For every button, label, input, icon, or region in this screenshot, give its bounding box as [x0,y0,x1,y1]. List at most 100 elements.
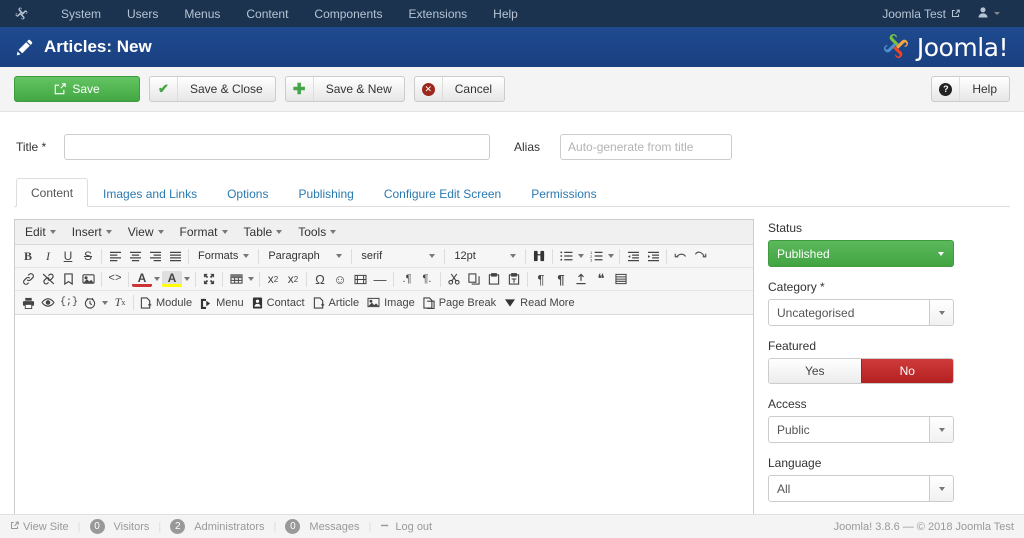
horizontal-rule-icon[interactable]: — [370,270,390,289]
alias-input[interactable] [560,134,733,160]
rtl-icon[interactable]: ¶. [417,270,437,289]
insert-pagebreak-button[interactable]: Page Break [420,293,501,312]
bold-icon[interactable]: B [18,247,38,266]
link-icon[interactable] [18,270,38,289]
insert-readmore-button[interactable]: Read More [501,293,579,312]
align-right-icon[interactable] [145,247,165,266]
special-character-icon[interactable]: Ω [310,270,330,289]
top-menu-item-users[interactable]: Users [114,1,171,27]
messages-link[interactable]: 0 Messages [285,519,360,534]
editor-content-area[interactable] [15,315,753,521]
top-menu-item-content[interactable]: Content [233,1,301,27]
ltr-icon[interactable]: .¶ [397,270,417,289]
view-site-link[interactable]: View Site [10,521,69,533]
editor-menu-table[interactable]: Table [236,222,291,242]
access-select[interactable]: Public [768,416,954,443]
table-dropdown[interactable] [246,270,256,289]
undo-icon[interactable] [670,247,690,266]
tab-images-and-links[interactable]: Images and Links [88,179,212,207]
help-button[interactable]: ? Help [931,76,1010,102]
user-menu-button[interactable] [970,2,1012,26]
search-replace-icon[interactable] [529,247,549,266]
emoticon-icon[interactable]: ☺ [330,270,350,289]
insert-module-button[interactable]: Module [137,293,197,312]
template-icon[interactable] [611,270,631,289]
superscript-icon[interactable]: x2 [283,270,303,289]
top-menu-item-help[interactable]: Help [480,1,531,27]
tab-publishing[interactable]: Publishing [283,179,368,207]
background-color-dropdown[interactable] [182,270,192,289]
align-justify-icon[interactable] [165,247,185,266]
featured-yes-button[interactable]: Yes [769,359,861,383]
blockformat-dropdown[interactable]: Paragraph [262,247,348,266]
logout-link[interactable]: Log out [380,521,432,533]
featured-no-button[interactable]: No [860,359,953,383]
status-select[interactable]: Published [768,240,954,267]
bullet-list-icon[interactable] [556,247,576,266]
joomla-mark-icon[interactable] [12,5,30,23]
language-select[interactable]: All [768,475,954,502]
insert-article-button[interactable]: Article [310,293,365,312]
unlink-icon[interactable] [38,270,58,289]
insert-menu-button[interactable]: Menu [197,293,249,312]
editor-menu-format[interactable]: Format [172,222,236,242]
paste-as-text-icon[interactable] [504,270,524,289]
text-color-dropdown[interactable] [152,270,162,289]
numbered-list-icon[interactable]: 123 [586,247,606,266]
site-name-link[interactable]: Joomla Test [872,2,970,26]
top-menu-item-menus[interactable]: Menus [171,1,233,27]
numbered-list-dropdown[interactable] [606,247,616,266]
paste-icon[interactable] [484,270,504,289]
tab-configure-edit-screen[interactable]: Configure Edit Screen [369,179,516,207]
editor-menu-tools[interactable]: Tools [290,222,344,242]
insert-file-icon[interactable] [571,270,591,289]
category-select[interactable]: Uncategorised [768,299,954,326]
top-menu-item-system[interactable]: System [48,1,114,27]
code-sample-icon[interactable]: {;} [58,293,80,312]
insert-image-icon[interactable] [78,270,98,289]
insert-image-button[interactable]: Image [364,293,420,312]
table-icon[interactable] [226,270,246,289]
visitors-link[interactable]: 0 Visitors [89,519,149,534]
top-menu-item-components[interactable]: Components [301,1,395,27]
remove-format-icon[interactable]: Tx [110,293,130,312]
editor-menu-insert[interactable]: Insert [64,222,120,242]
align-left-icon[interactable] [105,247,125,266]
outdent-icon[interactable] [623,247,643,266]
cancel-button[interactable]: ✕ Cancel [413,76,506,102]
redo-icon[interactable] [690,247,710,266]
formats-dropdown[interactable]: Formats [192,247,255,266]
insert-datetime-dropdown[interactable] [100,293,110,312]
background-color-icon[interactable]: A [162,271,182,287]
show-blocks-icon[interactable]: ¶ [531,270,551,289]
visual-chars-icon[interactable]: ¶ [551,270,571,289]
insert-datetime-icon[interactable] [80,293,100,312]
title-input[interactable] [64,134,490,160]
blockquote-icon[interactable]: ❝ [591,270,611,289]
fontsize-dropdown[interactable]: 12pt [448,247,522,266]
anchor-icon[interactable] [58,270,78,289]
save-new-button[interactable]: ✚ Save & New [284,76,405,102]
bullet-list-dropdown[interactable] [576,247,586,266]
italic-icon[interactable]: I [38,247,58,266]
administrators-link[interactable]: 2 Administrators [170,519,265,534]
underline-icon[interactable]: U [58,247,78,266]
tab-permissions[interactable]: Permissions [516,179,611,207]
top-menu-item-extensions[interactable]: Extensions [395,1,480,27]
insert-media-icon[interactable] [350,270,370,289]
subscript-icon[interactable]: x2 [263,270,283,289]
copy-icon[interactable] [464,270,484,289]
text-color-icon[interactable]: A [132,271,152,287]
indent-icon[interactable] [643,247,663,266]
tab-options[interactable]: Options [212,179,283,207]
fullscreen-icon[interactable] [199,270,219,289]
preview-icon[interactable] [38,293,58,312]
strikethrough-icon[interactable]: S [78,247,98,266]
cut-icon[interactable] [444,270,464,289]
editor-menu-view[interactable]: View [120,222,172,242]
save-close-button[interactable]: ✔ Save & Close [149,76,276,102]
editor-menu-edit[interactable]: Edit [17,222,64,242]
fontfamily-dropdown[interactable]: serif [355,247,441,266]
save-button[interactable]: Save [14,76,140,102]
tab-content[interactable]: Content [16,178,89,207]
